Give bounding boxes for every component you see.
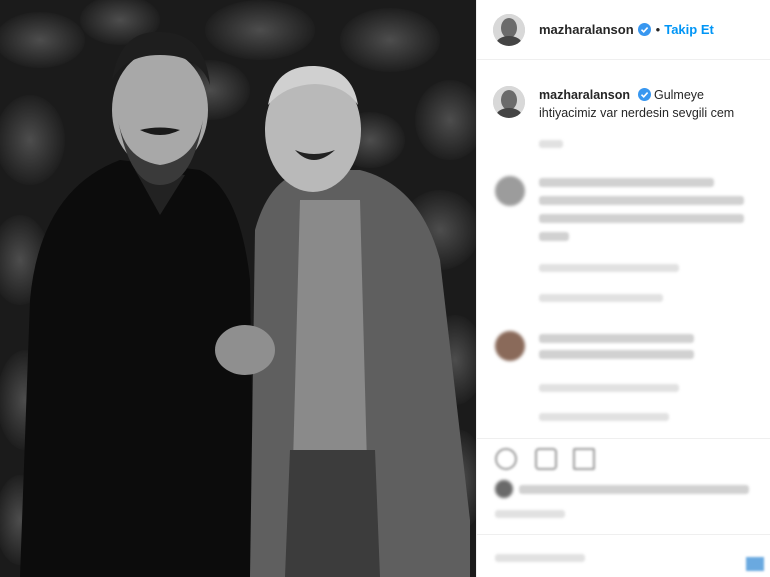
blurred-comment-text <box>539 334 694 343</box>
avatar[interactable] <box>493 13 525 46</box>
divider <box>477 438 770 439</box>
blurred-comment-avatar <box>495 176 525 206</box>
post-header: mazharalanson • Takip Et <box>477 0 770 60</box>
blurred-comment-input[interactable] <box>495 554 585 562</box>
caption-text-block: mazharalanson Gulmeye ihtiyacimiz var ne… <box>539 86 763 122</box>
post-username[interactable]: mazharalanson <box>539 22 634 37</box>
verified-badge-icon <box>637 88 651 101</box>
blurred-reply-link <box>539 413 669 421</box>
blurred-post-date <box>495 510 565 518</box>
blurred-reply-link <box>539 294 663 302</box>
post-side-panel: mazharalanson • Takip Et mazharalanson G… <box>476 0 770 577</box>
follow-button[interactable]: Takip Et <box>664 22 714 37</box>
blurred-comment-text <box>539 232 569 241</box>
blurred-comment-avatar <box>495 331 525 361</box>
post-photo <box>0 0 476 577</box>
blurred-comment-meta <box>539 384 679 392</box>
blurred-likes-text <box>519 485 749 494</box>
share-icon[interactable] <box>573 448 595 470</box>
heart-icon[interactable] <box>495 448 517 470</box>
blurred-comment-text <box>539 196 744 205</box>
blurred-liker-avatar <box>495 480 513 498</box>
blurred-caption-meta <box>539 140 563 148</box>
flag-icon <box>746 557 764 571</box>
divider <box>477 534 770 535</box>
blurred-comment-text <box>539 214 744 223</box>
blurred-comment-text <box>539 350 694 359</box>
verified-badge-icon <box>637 23 651 36</box>
caption-username[interactable]: mazharalanson <box>539 88 630 102</box>
blurred-comment-meta <box>539 264 679 272</box>
comment-icon[interactable] <box>535 448 557 470</box>
separator-dot: • <box>655 22 661 37</box>
caption: mazharalanson Gulmeye ihtiyacimiz var ne… <box>493 86 763 122</box>
blurred-comment-text <box>539 178 714 187</box>
caption-avatar[interactable] <box>493 86 525 118</box>
